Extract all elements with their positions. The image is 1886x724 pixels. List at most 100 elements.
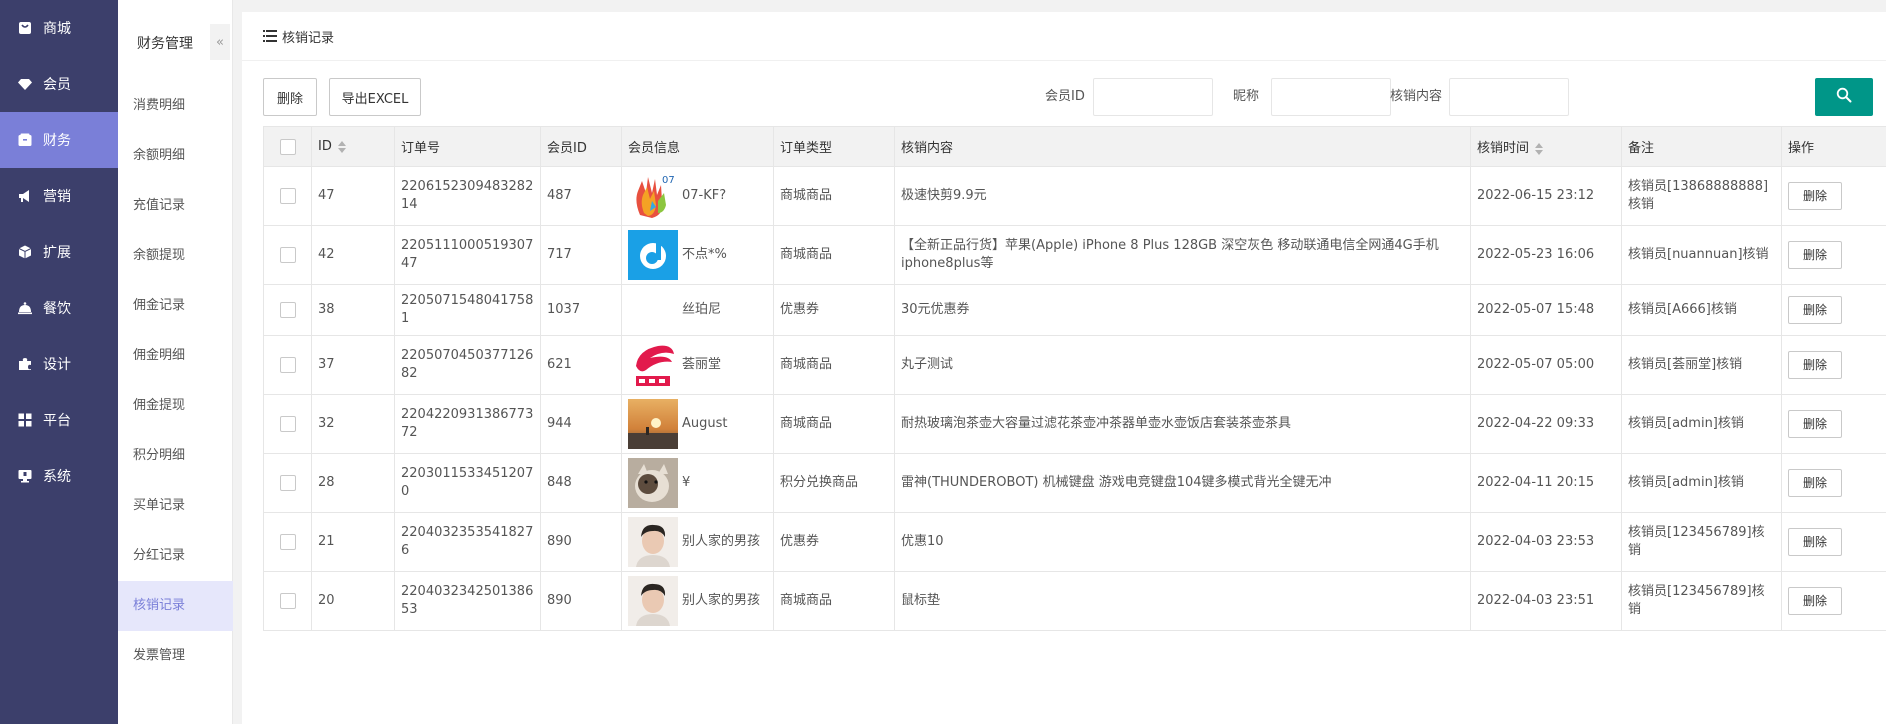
cell-member-info: August: [621, 394, 774, 454]
row-checkbox[interactable]: [279, 356, 296, 373]
row-checkbox[interactable]: [279, 533, 296, 550]
sub-nav-item[interactable]: 分红记录: [118, 531, 233, 581]
nav-item-cube[interactable]: 扩展: [0, 224, 118, 280]
cell-order-no: 220615230948328214: [394, 166, 541, 226]
app-window: 商城 会员 财务 营销 扩展 餐饮 设计 平台 系统 财务管理 « 消费明细 余额明细 充值记录 余额…: [0, 0, 1886, 724]
cell-order-type: 优惠券: [773, 284, 895, 336]
cell-content: 鼠标垫: [894, 571, 1471, 631]
table-row: 47 220615230948328214 487 07 07-KF? 商城商品 极速快剪9…: [263, 166, 1886, 226]
cube-icon: [18, 245, 32, 259]
cell-member-info: ¥: [621, 453, 774, 513]
row-delete-button[interactable]: 删除: [1788, 241, 1842, 269]
row-select-cell: [263, 225, 312, 285]
row-checkbox[interactable]: [279, 415, 296, 432]
row-checkbox[interactable]: [279, 187, 296, 204]
row-select-cell: [263, 394, 312, 454]
column-header-member-id: 会员ID: [540, 126, 622, 167]
export-excel-button[interactable]: 导出EXCEL: [329, 78, 421, 116]
content-filter-input[interactable]: [1449, 78, 1569, 116]
cell-order-type: 商城商品: [773, 225, 895, 285]
sort-icon[interactable]: [1535, 142, 1544, 155]
nav-item-label: 财务: [43, 133, 71, 149]
nav-item-grid[interactable]: 平台: [0, 392, 118, 448]
nav-item-wallet[interactable]: 财务: [0, 112, 118, 168]
toolbar: 删除 导出EXCEL 会员ID 昵称 核销内容: [263, 78, 1875, 116]
svg-text:07: 07: [662, 175, 675, 186]
sub-nav-item[interactable]: 核销记录: [118, 581, 233, 631]
row-delete-button[interactable]: 删除: [1788, 182, 1842, 210]
avatar: 07: [628, 171, 678, 221]
nav-item-diamond[interactable]: 会员: [0, 56, 118, 112]
cell-member-id: 890: [540, 571, 622, 631]
row-delete-button[interactable]: 删除: [1788, 587, 1842, 615]
cell-content: 丸子测试: [894, 335, 1471, 395]
wallet-icon: [18, 133, 32, 147]
delete-button[interactable]: 删除: [263, 78, 317, 116]
cell-action: 删除: [1781, 512, 1886, 572]
sub-nav-item[interactable]: 余额明细: [118, 131, 233, 181]
table-row: 21 22040323535418276 890 别人家的男孩 优惠券 优惠10 2022-…: [263, 512, 1886, 572]
row-delete-button[interactable]: 删除: [1788, 296, 1842, 324]
megaphone-icon: [18, 189, 32, 203]
sub-nav-item[interactable]: 余额提现: [118, 231, 233, 281]
monitor-icon: [18, 469, 32, 483]
row-delete-button[interactable]: 删除: [1788, 351, 1842, 379]
cell-order-type: 商城商品: [773, 166, 895, 226]
cell-id: 28: [311, 453, 395, 513]
sort-icon[interactable]: [337, 140, 346, 153]
collapse-icon[interactable]: «: [210, 24, 230, 60]
nav-item-bag[interactable]: 商城: [0, 0, 118, 56]
cell-member-info: 不点*%: [621, 225, 774, 285]
cell-member-id: 621: [540, 335, 622, 395]
sub-nav-item[interactable]: 佣金记录: [118, 281, 233, 331]
sub-nav-item[interactable]: 充值记录: [118, 181, 233, 231]
nickname-label: 昵称: [1233, 89, 1260, 104]
cell-order-type: 商城商品: [773, 394, 895, 454]
nav-item-cloche[interactable]: 餐饮: [0, 280, 118, 336]
row-select-cell: [263, 453, 312, 513]
sub-nav-item[interactable]: 消费明细: [118, 81, 233, 131]
column-header-time[interactable]: 核销时间: [1470, 126, 1622, 167]
cell-order-no: 220507045037712682: [394, 335, 541, 395]
content-card: 核销记录 删除 导出EXCEL 会员ID 昵称 核销内容 ID 订单号 会员ID…: [242, 12, 1886, 724]
cell-remark: 核销员[荟丽堂]核销: [1621, 335, 1782, 395]
row-delete-button[interactable]: 删除: [1788, 469, 1842, 497]
member-id-input[interactable]: [1093, 78, 1213, 116]
select-all-checkbox[interactable]: [279, 138, 296, 155]
nav-item-puzzle[interactable]: 设计: [0, 336, 118, 392]
member-nickname: 不点*%: [682, 247, 727, 262]
column-header-id[interactable]: ID: [311, 126, 395, 167]
search-button[interactable]: [1815, 78, 1873, 116]
sub-nav-item[interactable]: 佣金明细: [118, 331, 233, 381]
row-checkbox[interactable]: [279, 301, 296, 318]
cell-remark: 核销员[A666]核销: [1621, 284, 1782, 336]
cell-order-no: 22050715480417581: [394, 284, 541, 336]
sub-nav-item[interactable]: 买单记录: [118, 481, 233, 531]
column-header-member-info: 会员信息: [621, 126, 774, 167]
avatar: [628, 285, 678, 335]
cloche-icon: [18, 301, 32, 315]
cell-remark: 核销员[admin]核销: [1621, 453, 1782, 513]
nav-item-megaphone[interactable]: 营销: [0, 168, 118, 224]
row-delete-button[interactable]: 删除: [1788, 528, 1842, 556]
row-checkbox[interactable]: [279, 246, 296, 263]
cell-id: 20: [311, 571, 395, 631]
column-header-content: 核销内容: [894, 126, 1471, 167]
sub-nav-item[interactable]: 发票管理: [118, 631, 233, 681]
sub-nav-item[interactable]: 佣金提现: [118, 381, 233, 431]
row-checkbox[interactable]: [279, 592, 296, 609]
cell-content: 耐热玻璃泡茶壶大容量过滤花茶壶冲茶器单壶水壶饭店套装茶壶茶具: [894, 394, 1471, 454]
cell-action: 删除: [1781, 394, 1886, 454]
member-nickname: August: [682, 416, 728, 431]
cell-member-id: 487: [540, 166, 622, 226]
cell-id: 38: [311, 284, 395, 336]
sub-nav-item[interactable]: 积分明细: [118, 431, 233, 481]
nav-item-label: 平台: [43, 413, 71, 429]
row-delete-button[interactable]: 删除: [1788, 410, 1842, 438]
nav-item-monitor[interactable]: 系统: [0, 448, 118, 504]
row-checkbox[interactable]: [279, 474, 296, 491]
cell-remark: 核销员[admin]核销: [1621, 394, 1782, 454]
cell-time: 2022-04-11 20:15: [1470, 453, 1622, 513]
cell-order-type: 积分兑换商品: [773, 453, 895, 513]
nickname-input[interactable]: [1271, 78, 1391, 116]
